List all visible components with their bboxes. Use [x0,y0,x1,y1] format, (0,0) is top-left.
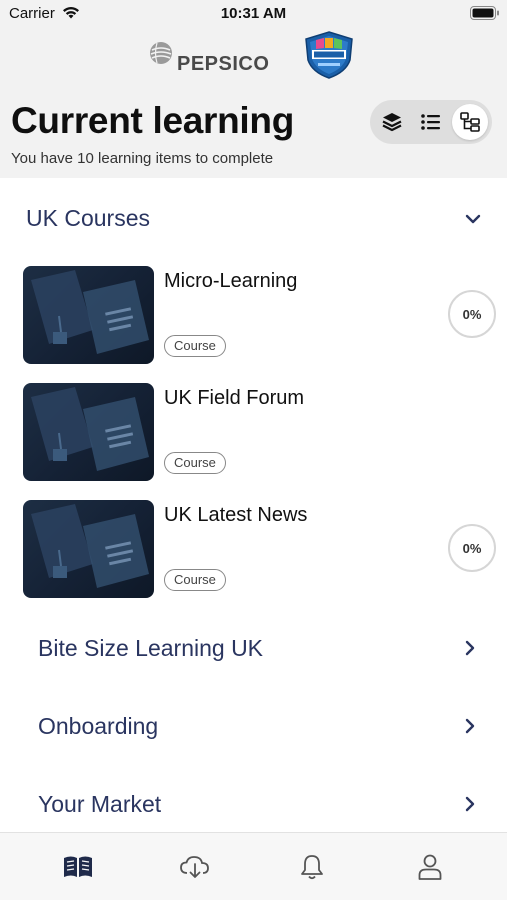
chevron-right-icon [465,796,475,812]
sales-badge-logo [305,31,353,79]
list-icon [421,114,440,130]
view-mode-toggle [370,100,492,144]
progress-indicator: 0% [448,290,496,338]
course-thumbnail [23,500,154,598]
stack-view-button[interactable] [374,104,410,140]
section-uk-courses[interactable]: UK Courses [0,188,507,248]
tab-learning[interactable] [60,851,96,883]
section-bite-size-learning-uk[interactable]: Bite Size Learning UK [0,618,507,678]
stack-icon [382,113,402,132]
chevron-down-icon [465,214,481,224]
book-icon [64,856,92,877]
page-subtitle: You have 10 learning items to complete [11,150,274,167]
chevron-right-icon [465,718,475,734]
chevron-right-icon [465,640,475,656]
section-title: Onboarding [38,713,159,739]
tab-bar [0,832,507,900]
course-type-badge: Course [164,452,226,474]
bell-icon [301,855,323,880]
progress-indicator: 0% [448,524,496,572]
section-title: Your Market [38,791,162,817]
section-your-market[interactable]: Your Market [0,774,507,834]
tab-downloads[interactable] [177,851,213,883]
pepsico-globe-logo [150,42,172,64]
tree-view-button[interactable] [452,104,488,140]
brand-wordmark: PEPSICO [177,53,270,75]
section-title: UK Courses [26,205,150,231]
battery-icon [470,6,499,20]
course-item-uk-latest-news[interactable]: UK Latest News Course 0% [0,500,507,610]
course-title: Micro-Learning [164,270,298,292]
course-title: UK Latest News [164,504,308,526]
page-title: Current learning [11,100,295,141]
section-onboarding[interactable]: Onboarding [0,696,507,756]
course-item-micro-learning[interactable]: Micro-Learning Course 0% [0,266,507,376]
course-thumbnail [23,383,154,481]
section-title: Bite Size Learning UK [38,635,264,661]
header: PEPSICO Current learning You have 10 lea… [0,26,507,178]
cloud-download-icon [180,856,209,878]
tab-profile[interactable] [412,851,448,883]
course-thumbnail [23,266,154,364]
tab-notifications[interactable] [294,851,330,883]
list-view-button[interactable] [413,104,449,140]
status-bar: Carrier 10:31 AM [0,0,507,26]
profile-icon [418,854,442,880]
clock: 10:31 AM [220,5,287,22]
course-type-badge: Course [164,569,226,591]
course-item-uk-field-forum[interactable]: UK Field Forum Course [0,383,507,493]
course-type-badge: Course [164,335,226,357]
tree-icon [460,112,480,132]
course-title: UK Field Forum [164,387,305,409]
